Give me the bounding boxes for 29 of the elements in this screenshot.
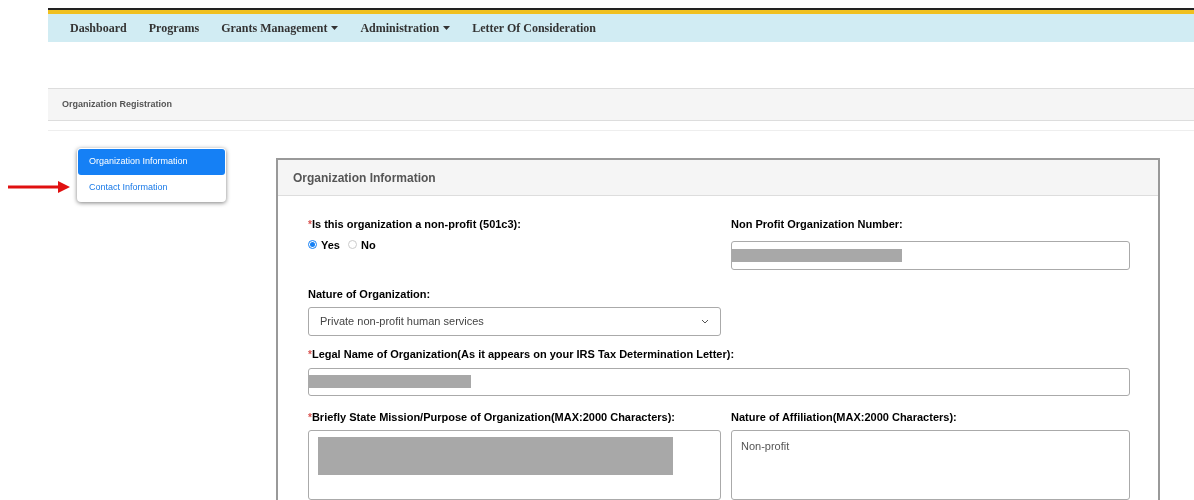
text-area[interactable] (308, 430, 721, 500)
nav-link[interactable]: Administration (360, 19, 451, 37)
text-area[interactable]: Non-profit (731, 430, 1130, 500)
nav-link[interactable]: Programs (148, 19, 200, 37)
nav-link[interactable]: Letter Of Consideration (472, 19, 596, 37)
field-label: Legal Name of Organization(As it appears on your IRS Tax Determination Letter): (311, 347, 735, 362)
field-label: Is this organization a non-profit (501c3): (311, 217, 521, 232)
breadcrumb-text: Organization Registration (62, 97, 172, 111)
required-asterisk: * (308, 410, 312, 425)
field-label: Briefly State Mission/Purpose of Organization(MAX:2000 Characters): (311, 409, 675, 425)
chevron-icon (701, 319, 709, 324)
sidebar-item[interactable]: Contact Information (78, 175, 225, 201)
panel-title: Organization Information (293, 169, 436, 187)
required-asterisk: * (308, 218, 312, 232)
input-field[interactable] (308, 367, 1130, 396)
input-field[interactable] (731, 240, 1130, 270)
caret-icon (443, 26, 451, 30)
required-asterisk: * (308, 348, 312, 362)
nav-link[interactable]: Dashboard (70, 19, 127, 37)
sidebar-item[interactable]: Organization Information (78, 149, 225, 175)
field-label: Nature of Affiliation(MAX:2000 Characters): (731, 409, 957, 425)
arrow-icon (8, 181, 70, 193)
nav-link[interactable]: Grants Management (221, 19, 339, 37)
caret-icon (331, 26, 339, 30)
select-field[interactable]: Private non-profit human services (308, 307, 721, 336)
field-label: Nature of Organization: (308, 286, 431, 302)
radio-option[interactable]: No (347, 236, 376, 253)
field-label: Non Profit Organization Number: (731, 217, 903, 232)
radio-option[interactable]: Yes (308, 236, 340, 253)
